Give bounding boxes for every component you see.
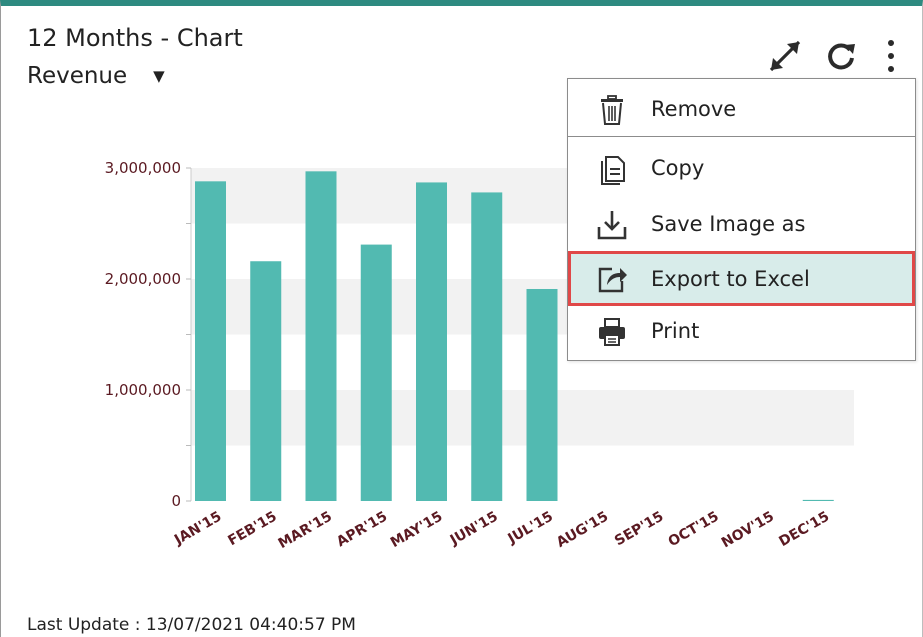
x-tick-label: JUN'15 [447,509,501,549]
y-tick-label: 1,000,000 [105,381,181,399]
chart-widget: 12 Months - Chart Revenue ▼ 3,000,000 2,0… [0,0,923,637]
widget-context-menu: Remove Copy Save Image as Export to Exce… [567,78,916,361]
menu-item-label: Print [651,319,700,343]
chart-bar [360,244,392,501]
menu-item-remove[interactable]: Remove [568,84,915,134]
printer-icon [599,318,625,346]
x-tick-label: DEC'15 [776,509,832,550]
chart-bar [305,171,337,501]
export-share-icon [598,267,627,293]
menu-item-label: Remove [651,97,737,121]
x-tick-label: AUG'15 [554,509,611,551]
download-icon [597,211,627,240]
chart-bar [471,192,503,502]
copy-document-icon [601,156,625,185]
x-tick-label: JUL'15 [504,509,556,548]
trash-icon [601,95,623,125]
menu-item-copy[interactable]: Copy [568,143,915,193]
menu-item-label: Copy [651,156,705,180]
menu-item-print[interactable]: Print [568,306,915,356]
chart-bar [526,288,558,501]
menu-item-label: Save Image as [651,212,806,236]
y-tick-label: 2,000,000 [105,270,181,288]
chart-bar [416,182,447,501]
x-tick-label: SEP'15 [612,509,666,550]
last-update-text: Last Update : 13/07/2021 04:40:57 PM [27,615,356,635]
y-tick-label: 3,000,000 [105,159,181,177]
x-tick-label: FEB'15 [225,509,279,550]
menu-item-label: Export to Excel [651,266,810,291]
y-tick-label: 0 [171,492,181,510]
menu-item-export-excel[interactable]: Export to Excel [568,251,915,306]
x-tick-label: MAY'15 [388,509,446,552]
x-tick-label: APR'15 [334,509,390,551]
x-tick-label: NOV'15 [719,509,777,552]
menu-divider [568,136,915,137]
chart-bar [250,261,282,501]
grid-band [191,390,854,446]
chart-bar [802,499,834,501]
x-tick-label: OCT'15 [666,509,722,551]
x-tick-label: JAN'15 [171,509,224,549]
chart-bar [195,181,226,501]
x-tick-label: MAR'15 [276,509,335,553]
menu-item-save-image[interactable]: Save Image as [568,199,915,249]
